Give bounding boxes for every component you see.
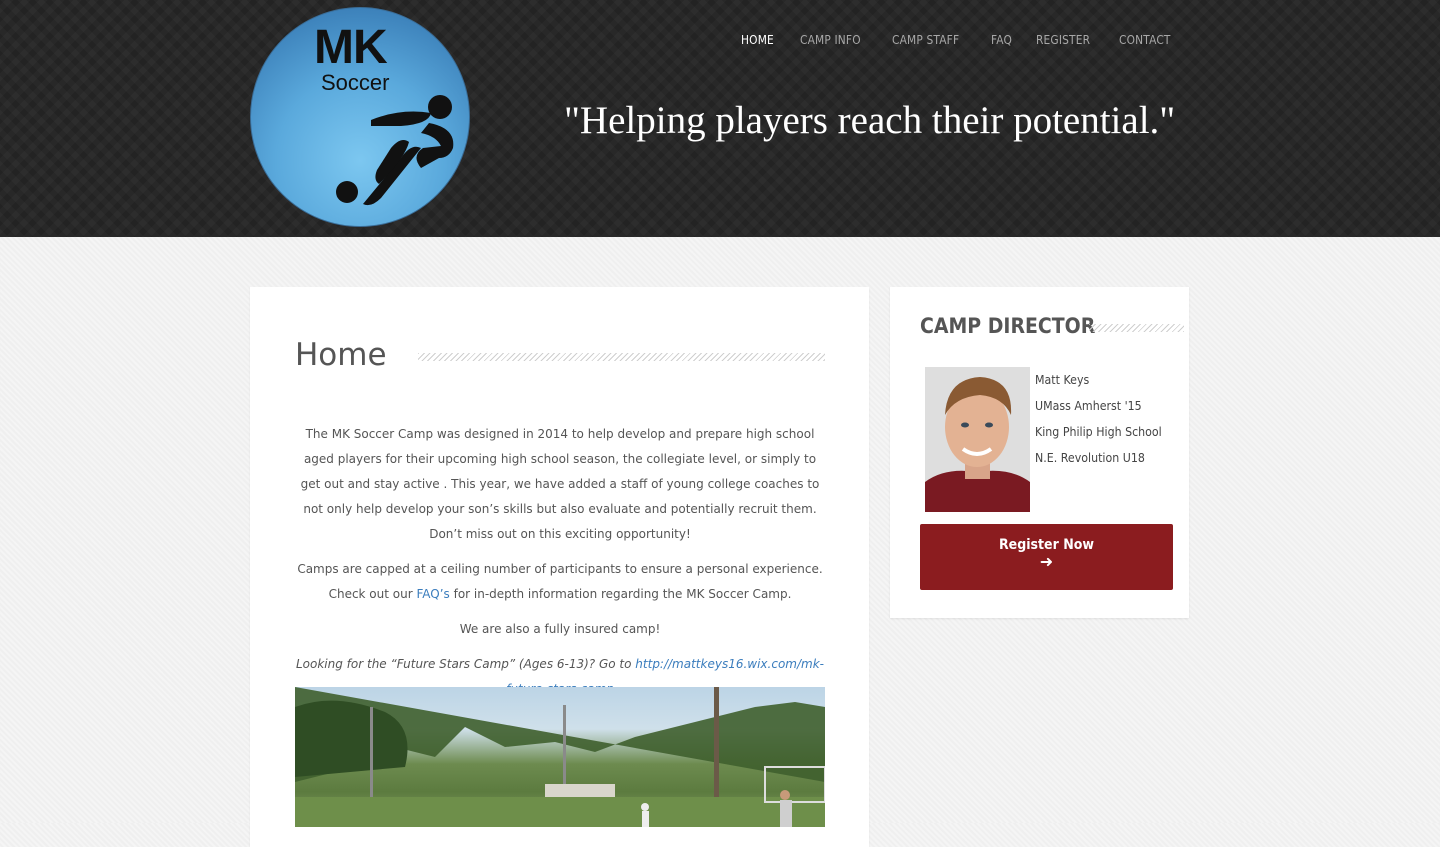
camp-field-photo [295, 687, 825, 827]
director-high-school: King Philip High School [1035, 425, 1162, 439]
logo-soccer-text: Soccer [321, 70, 390, 95]
register-now-label: Register Now [998, 537, 1095, 553]
logo-mk-text: MK [314, 21, 388, 74]
home-content: The MK Soccer Camp was designed in 2014 … [295, 422, 825, 712]
main-navigation: HOME CAMP INFO CAMP STAFF FAQ REGISTER C… [741, 31, 1180, 49]
page-title: Home [295, 337, 387, 373]
mk-soccer-logo[interactable]: MK Soccer [250, 7, 470, 227]
nav-camp-info[interactable]: CAMP INFO [800, 31, 861, 49]
insured-paragraph: We are also a fully insured camp! [459, 622, 661, 636]
site-header: MK Soccer HOME CAMP INFO CAMP STAFF FAQ … [0, 0, 1440, 237]
nav-home[interactable]: HOME [741, 31, 774, 49]
intro-paragraph: The MK Soccer Camp was designed in 2014 … [300, 427, 820, 541]
director-club: N.E. Revolution U18 [1035, 451, 1145, 465]
capacity-text-end: for in-depth information regarding the M… [449, 587, 792, 601]
director-college: UMass Amherst '15 [1035, 399, 1142, 413]
nav-camp-staff[interactable]: CAMP STAFF [892, 31, 959, 49]
main-content-card: Home The MK Soccer Camp was designed in … [250, 287, 869, 847]
faq-link[interactable]: FAQ’s [416, 587, 449, 601]
capacity-paragraph: Camps are capped at a ceiling number of … [295, 557, 825, 607]
director-photo [925, 367, 1030, 512]
arrow-right-icon: ➜ [1039, 554, 1054, 571]
director-info: Matt Keys UMass Amherst '15 King Philip … [1035, 367, 1173, 471]
future-stars-text: Looking for the “Future Stars Camp” (Age… [295, 657, 636, 671]
sidebar-title-divider [1089, 324, 1184, 332]
register-now-button[interactable]: Register Now ➜ [920, 524, 1173, 590]
title-divider [418, 353, 825, 361]
nav-register[interactable]: REGISTER [1036, 31, 1090, 49]
camp-director-card: CAMP DIRECTOR Matt Keys UMass Amherst '1… [890, 287, 1189, 618]
nav-faq[interactable]: FAQ [991, 31, 1012, 49]
header-tagline: "Helping players reach their potential." [564, 99, 1176, 142]
sidebar-title: CAMP DIRECTOR [920, 314, 1096, 338]
director-name: Matt Keys [1035, 373, 1090, 387]
nav-contact[interactable]: CONTACT [1119, 31, 1171, 49]
